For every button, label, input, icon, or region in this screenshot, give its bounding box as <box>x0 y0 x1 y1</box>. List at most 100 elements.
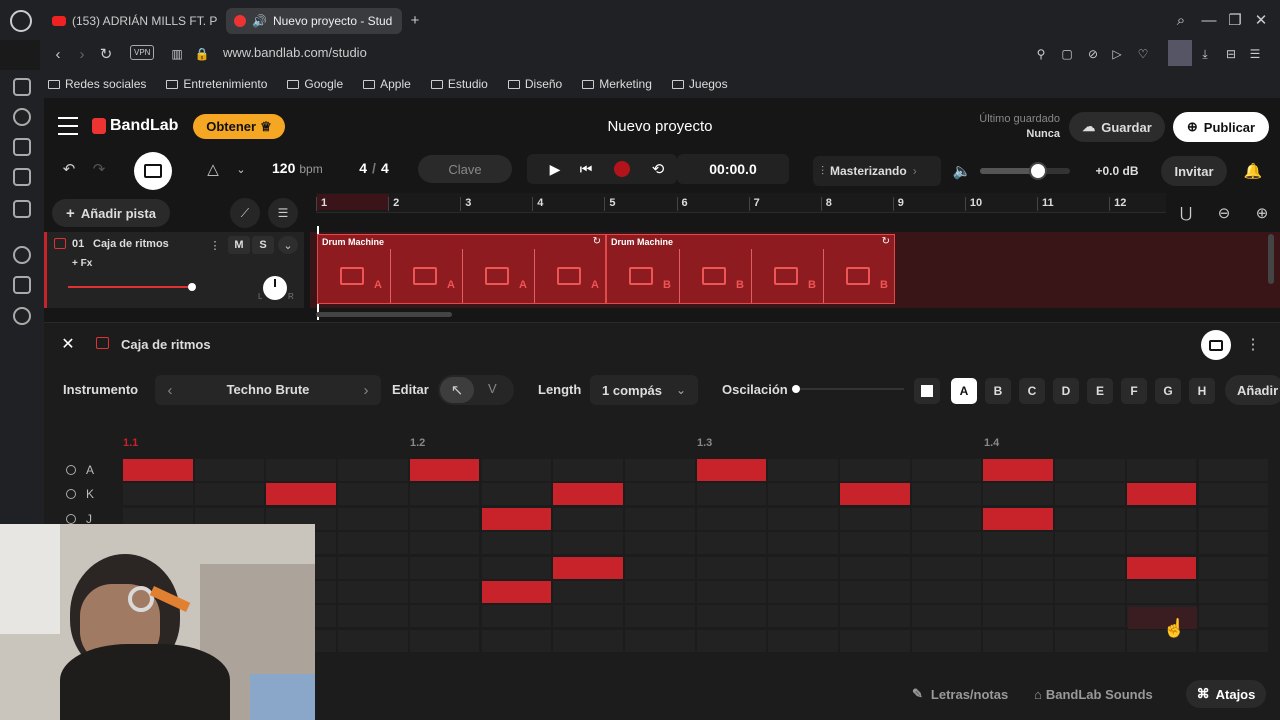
step-cell[interactable] <box>553 483 623 506</box>
draw-mode-button[interactable]: V <box>488 381 497 396</box>
step-cell[interactable] <box>1055 556 1125 579</box>
track-filter-icon[interactable]: ☰ <box>268 198 298 228</box>
step-cell[interactable] <box>409 556 480 579</box>
ruler-bar-1[interactable]: 1 <box>321 197 327 209</box>
step-cell[interactable] <box>338 629 408 652</box>
step-cell[interactable] <box>624 556 695 579</box>
step-cell[interactable] <box>696 459 767 481</box>
timeline-ruler[interactable] <box>316 193 1166 213</box>
panel-keyboard-button[interactable] <box>1201 330 1231 360</box>
step-cell[interactable] <box>1055 532 1125 555</box>
close-panel-icon[interactable]: ✕ <box>58 334 78 354</box>
mute-button[interactable]: M <box>228 236 250 254</box>
ruler-bar-9[interactable]: 9 <box>898 197 904 209</box>
reader-icon[interactable]: ▥ <box>168 44 186 64</box>
zoom-in-icon[interactable]: ⊕ <box>1252 203 1272 223</box>
step-cell[interactable] <box>696 605 767 628</box>
step-cell[interactable] <box>1055 581 1125 603</box>
step-cell[interactable] <box>840 629 910 652</box>
tab-youtube[interactable]: (153) ADRIÁN MILLS FT. P <box>44 8 220 34</box>
extensions-icon[interactable] <box>13 276 31 294</box>
solo-button[interactable]: S <box>252 236 274 254</box>
bag-icon[interactable] <box>13 138 31 156</box>
minimize-icon[interactable]: — <box>1200 10 1218 30</box>
bell-icon[interactable]: 🔔 <box>1244 162 1263 180</box>
step-cell[interactable] <box>194 459 265 481</box>
obtener-button[interactable]: Obtener ♕ <box>193 114 285 139</box>
step-cell[interactable] <box>911 532 982 555</box>
tempo-field[interactable]: 120 bpm <box>264 154 344 182</box>
step-cell[interactable] <box>1198 483 1269 506</box>
swing-knob[interactable] <box>792 385 800 393</box>
step-cell[interactable] <box>768 507 838 530</box>
forward-icon[interactable]: › <box>72 44 92 64</box>
step-cell[interactable] <box>553 532 623 555</box>
settings-icon[interactable] <box>13 307 31 325</box>
step-cell[interactable] <box>1126 483 1197 506</box>
step-cell[interactable] <box>553 556 623 579</box>
clave-button[interactable]: Clave <box>418 155 512 183</box>
step-cell[interactable] <box>1126 581 1197 603</box>
bookmark-entretenimiento[interactable]: Entretenimiento <box>166 77 267 91</box>
gaming-icon[interactable] <box>13 78 31 96</box>
messenger-icon[interactable] <box>13 200 31 218</box>
step-cell[interactable] <box>338 507 408 530</box>
step-cell[interactable] <box>1198 605 1269 628</box>
project-title[interactable]: Nuevo proyecto <box>580 118 740 135</box>
pattern-button-c[interactable]: C <box>1019 378 1045 404</box>
pattern-button-f[interactable]: F <box>1121 378 1147 404</box>
back-icon[interactable]: ‹ <box>48 44 68 64</box>
swing-slider[interactable] <box>792 385 904 393</box>
step-cell[interactable] <box>1126 629 1197 652</box>
step-cell[interactable] <box>553 605 623 628</box>
bookmark-redes-sociales[interactable]: Redes sociales <box>48 77 146 91</box>
step-cell[interactable] <box>624 483 695 506</box>
step-cell[interactable] <box>338 532 408 555</box>
tab-bandlab[interactable]: 🔊 Nuevo proyecto - Stud <box>226 8 402 34</box>
step-cell[interactable] <box>696 556 767 579</box>
opera-logo-icon[interactable] <box>10 10 32 32</box>
menu-icon[interactable]: ☰ <box>1246 44 1264 64</box>
step-cell[interactable] <box>983 483 1054 506</box>
close-window-icon[interactable]: ✕ <box>1252 10 1270 30</box>
step-cell[interactable] <box>911 507 982 530</box>
step-cell[interactable] <box>983 605 1054 628</box>
bookmark-merketing[interactable]: Merketing <box>582 77 652 91</box>
step-cell[interactable] <box>409 629 480 652</box>
keyboard-instrument-button[interactable] <box>134 152 172 190</box>
step-cell[interactable] <box>553 459 623 481</box>
guardar-button[interactable]: ☁ Guardar <box>1069 112 1165 142</box>
ruler-bar-8[interactable]: 8 <box>826 197 832 209</box>
step-cell[interactable] <box>911 459 982 481</box>
publicar-button[interactable]: ⊕ Publicar <box>1173 112 1269 142</box>
step-cell[interactable] <box>1198 556 1269 579</box>
ruler-bar-3[interactable]: 3 <box>465 197 471 209</box>
step-cell[interactable] <box>1126 556 1197 579</box>
step-cell[interactable] <box>123 459 193 481</box>
step-cell[interactable] <box>1055 507 1125 530</box>
step-cell[interactable] <box>983 532 1054 555</box>
ruler-bar-11[interactable]: 11 <box>1042 197 1054 209</box>
step-cell[interactable] <box>840 556 910 579</box>
record-button[interactable] <box>614 161 630 177</box>
play-icon[interactable]: ▶ <box>545 159 565 179</box>
pattern-button-d[interactable]: D <box>1053 378 1079 404</box>
vpn-badge[interactable]: VPN <box>130 45 155 60</box>
skip-back-icon[interactable]: ⏮ <box>576 159 596 179</box>
instrument-next-icon[interactable]: › <box>358 380 374 400</box>
add-track-button[interactable]: + Añadir pista <box>52 199 170 227</box>
time-signature-field[interactable]: 4/4 <box>346 160 402 176</box>
step-cell[interactable] <box>768 532 838 555</box>
pattern-button-g[interactable]: G <box>1155 378 1181 404</box>
hamburger-menu-icon[interactable] <box>58 117 78 135</box>
step-cell[interactable] <box>840 605 910 628</box>
url-text[interactable]: www.bandlab.com/studio <box>223 45 367 60</box>
step-cell[interactable] <box>840 581 910 603</box>
step-cell[interactable] <box>768 483 838 506</box>
volume-icon[interactable]: 🔈 <box>953 162 972 180</box>
step-cell[interactable] <box>768 556 838 579</box>
length-dropdown[interactable]: 1 compás ⌄ <box>590 375 698 405</box>
pan-knob[interactable] <box>263 276 287 300</box>
bandlab-sounds-button[interactable]: ⌂ BandLab Sounds <box>1034 680 1174 708</box>
step-cell[interactable] <box>266 459 337 481</box>
